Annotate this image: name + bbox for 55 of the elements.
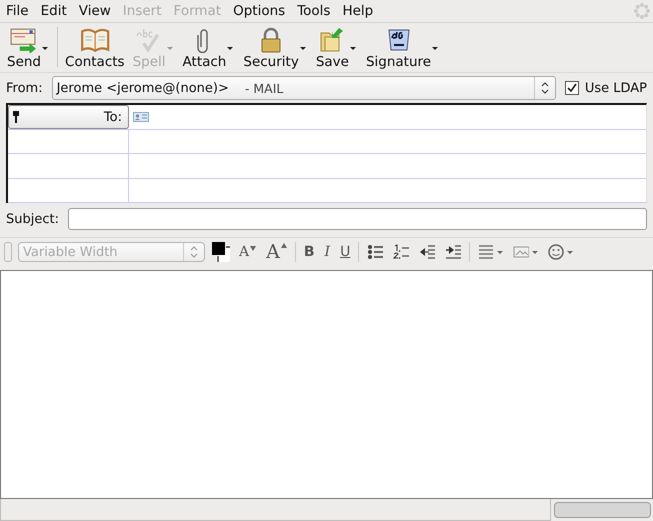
padlock-icon — [259, 27, 284, 53]
menu-item[interactable]: Tools — [297, 3, 330, 19]
menu-item[interactable]: Options — [233, 3, 286, 19]
toolbar-button[interactable]: Attach — [180, 25, 238, 70]
toolbar-button[interactable]: Send — [4, 25, 54, 70]
up-triangle-icon — [280, 243, 287, 248]
from-label: From: — [6, 80, 43, 96]
contact-card-icon — [133, 112, 149, 122]
numbered-list-icon — [393, 244, 410, 260]
spinner-arrows-icon — [190, 246, 198, 258]
caret-icon — [42, 47, 48, 50]
caret-icon — [532, 250, 538, 254]
toolbar-button[interactable] — [365, 244, 386, 260]
outdent-icon — [419, 244, 436, 260]
caret-icon — [227, 47, 234, 50]
envelope-icon — [10, 27, 38, 53]
book-icon — [80, 27, 110, 53]
checkbox-label: Use LDAP — [584, 80, 647, 96]
menu-item[interactable]: View — [78, 3, 111, 19]
menu-button[interactable] — [476, 244, 506, 260]
bulleted-list-icon — [367, 244, 384, 260]
checkmark-icon — [566, 83, 577, 93]
caret-icon — [166, 47, 173, 50]
menu-button[interactable] — [546, 244, 576, 260]
down-triangle-icon — [250, 246, 256, 251]
toolbar-button[interactable] — [391, 244, 412, 260]
recipient-type-button[interactable]: To: — [8, 105, 129, 129]
spinner-arrows-icon — [540, 82, 549, 94]
subject-label: Subject: — [6, 212, 59, 226]
text-color-icon — [211, 241, 231, 263]
toolbar-button[interactable]: Save — [312, 25, 361, 70]
from-dropdown[interactable]: Jerome <jerome@(none)> - MAIL — [52, 76, 556, 100]
caret-icon — [350, 47, 356, 50]
toolbar-button[interactable] — [443, 244, 464, 260]
pin-icon — [13, 111, 19, 123]
toolbar-button[interactable]: Contacts — [62, 25, 128, 70]
caret-icon — [300, 47, 306, 50]
toolbar-button[interactable]: Security — [240, 25, 311, 70]
image-icon — [513, 244, 530, 260]
caret-icon — [567, 250, 574, 254]
menu-item[interactable]: Edit — [40, 3, 67, 19]
throbber-icon — [633, 2, 651, 20]
menu-button[interactable] — [511, 244, 540, 260]
menu-item[interactable]: File — [6, 3, 29, 19]
menu-item[interactable]: Help — [342, 3, 374, 19]
smiley-icon — [548, 244, 564, 260]
grip-handle[interactable] — [4, 242, 12, 262]
folder-icon — [319, 27, 346, 53]
toolbar-button[interactable]: Signature — [362, 25, 444, 70]
caret-icon — [432, 47, 438, 50]
caret-icon — [497, 250, 504, 254]
checkbox[interactable] — [564, 81, 579, 95]
indent-icon — [445, 244, 462, 260]
align-icon — [478, 244, 494, 260]
subject-field[interactable] — [68, 208, 647, 230]
